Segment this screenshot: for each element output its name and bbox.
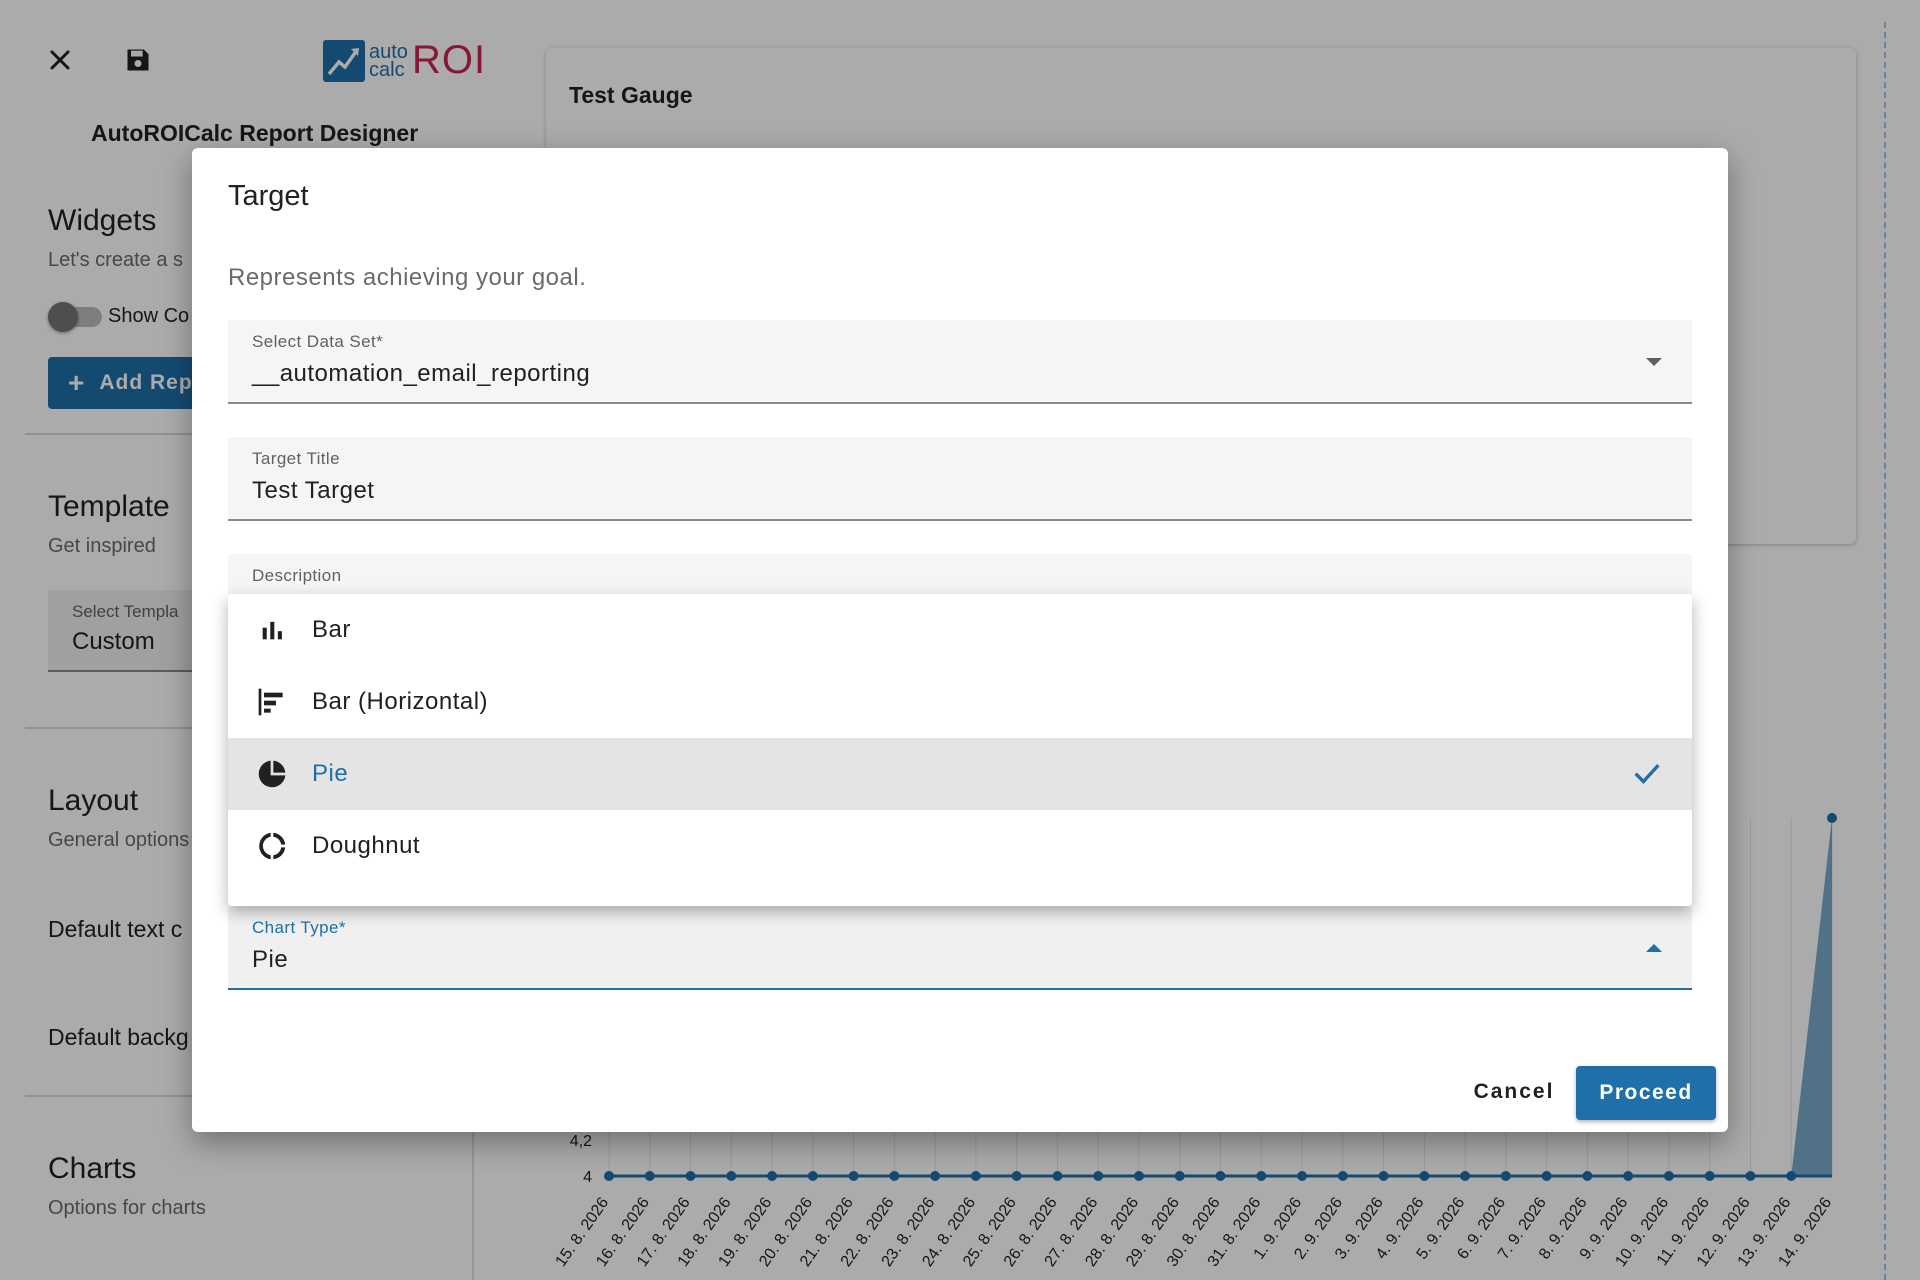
dataset-select-label: Select Data Set* — [252, 332, 384, 351]
description-label: Description — [252, 566, 342, 585]
menu-item-label: Doughnut — [312, 832, 421, 859]
cancel-button[interactable]: Cancel — [1460, 1066, 1568, 1118]
dropdown-arrow-icon — [1646, 358, 1662, 366]
chart-type-menu: Bar Bar (Horizontal) Pie Doughnut — [228, 594, 1692, 906]
dataset-select-value: __automation_email_reporting — [252, 360, 591, 387]
bar-chart-icon — [252, 610, 292, 650]
proceed-button[interactable]: Proceed — [1576, 1066, 1716, 1120]
chart-type-label: Chart Type* — [252, 918, 346, 937]
dataset-select[interactable]: Select Data Set* __automation_email_repo… — [228, 320, 1692, 404]
pie-chart-icon — [252, 754, 292, 794]
menu-item-bar[interactable]: Bar — [228, 594, 1692, 666]
bar-horizontal-icon — [252, 682, 292, 722]
dialog-title: Target — [228, 180, 309, 212]
menu-item-pie[interactable]: Pie — [228, 738, 1692, 810]
menu-item-bar-horizontal[interactable]: Bar (Horizontal) — [228, 666, 1692, 738]
chart-type-select[interactable]: Chart Type* Pie — [228, 906, 1692, 990]
doughnut-icon — [252, 826, 292, 866]
dialog-description: Represents achieving your goal. — [228, 264, 587, 291]
menu-item-label: Bar (Horizontal) — [312, 688, 489, 715]
chart-type-value: Pie — [252, 946, 289, 973]
target-title-value: Test Target — [252, 477, 375, 504]
target-title-field[interactable]: Target Title Test Target — [228, 437, 1692, 521]
menu-item-doughnut[interactable]: Doughnut — [228, 810, 1692, 882]
menu-item-label: Bar — [312, 616, 351, 643]
menu-item-label: Pie — [312, 760, 349, 787]
target-title-label: Target Title — [252, 449, 340, 468]
check-icon — [1634, 764, 1660, 784]
dropdown-arrow-up-icon — [1646, 944, 1662, 952]
